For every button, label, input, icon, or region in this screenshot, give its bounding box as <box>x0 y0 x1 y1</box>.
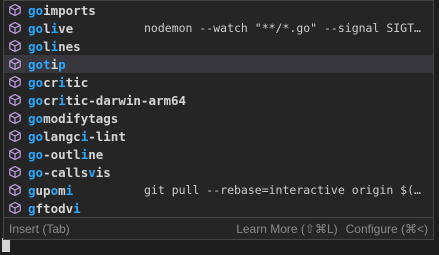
suggestion-list[interactable]: goimports golive nodemon --watch "**/*.go"… <box>4 1 433 217</box>
snippet-cube-icon <box>8 183 22 197</box>
suggestion-label: gotip <box>28 56 66 72</box>
suggestion-item[interactable]: gocritic-darwin-arm64 <box>4 91 433 109</box>
suggestion-item[interactable]: go-callsvis <box>4 163 433 181</box>
suggestion-item[interactable]: go-outline <box>4 145 433 163</box>
text-cursor <box>2 238 10 252</box>
suggestion-label: go-outline <box>28 146 104 162</box>
suggestion-item[interactable]: gocritic <box>4 73 433 91</box>
snippet-cube-icon <box>8 57 22 71</box>
snippet-cube-icon <box>8 165 22 179</box>
suggestion-item[interactable]: golines <box>4 37 433 55</box>
learn-more-link[interactable]: Learn More (⇧⌘L) <box>236 222 337 236</box>
snippet-cube-icon <box>8 21 22 35</box>
snippet-cube-icon <box>8 129 22 143</box>
snippet-cube-icon <box>8 147 22 161</box>
suggestion-item[interactable]: goimports <box>4 1 433 19</box>
snippet-cube-icon <box>8 75 22 89</box>
suggest-status-bar: Insert (Tab) Learn More (⇧⌘L) Configure … <box>4 217 433 239</box>
snippet-cube-icon <box>8 201 22 215</box>
snippet-cube-icon <box>8 111 22 125</box>
snippet-cube-icon <box>8 3 22 17</box>
suggestion-label: gocritic <box>28 74 89 90</box>
suggestion-item[interactable]: golangci-lint <box>4 127 433 145</box>
suggestion-item[interactable]: golive nodemon --watch "**/*.go" --signal… <box>4 19 433 37</box>
suggestion-item[interactable]: gftodvi <box>4 199 433 217</box>
suggestion-label: gupomi <box>28 182 74 198</box>
insert-hint: Insert (Tab) <box>9 221 70 236</box>
suggestion-label: golangci-lint <box>28 128 126 144</box>
suggest-widget: goimports golive nodemon --watch "**/*.go"… <box>3 0 434 240</box>
suggestion-label: golive <box>28 20 74 36</box>
suggestion-item[interactable]: gomodifytags <box>4 109 433 127</box>
suggestion-detail: nodemon --watch "**/*.go" --signal SIGTE… <box>144 21 425 35</box>
snippet-cube-icon <box>8 39 22 53</box>
suggestion-label: goimports <box>28 2 96 18</box>
suggestion-item[interactable]: gotip <box>4 55 433 73</box>
snippet-cube-icon <box>8 93 22 107</box>
suggestion-item[interactable]: gupomi git pull --rebase=interactive orig… <box>4 181 433 199</box>
configure-link[interactable]: Configure (⌘<) <box>346 222 428 236</box>
suggestion-label: gftodvi <box>28 200 81 216</box>
suggestion-label: golines <box>28 38 81 54</box>
suggestion-label: gocritic-darwin-arm64 <box>28 92 187 108</box>
suggestion-detail: git pull --rebase=interactive origin $(g… <box>144 183 425 197</box>
suggestion-label: gomodifytags <box>28 110 119 126</box>
suggestion-label: go-callsvis <box>28 164 111 180</box>
